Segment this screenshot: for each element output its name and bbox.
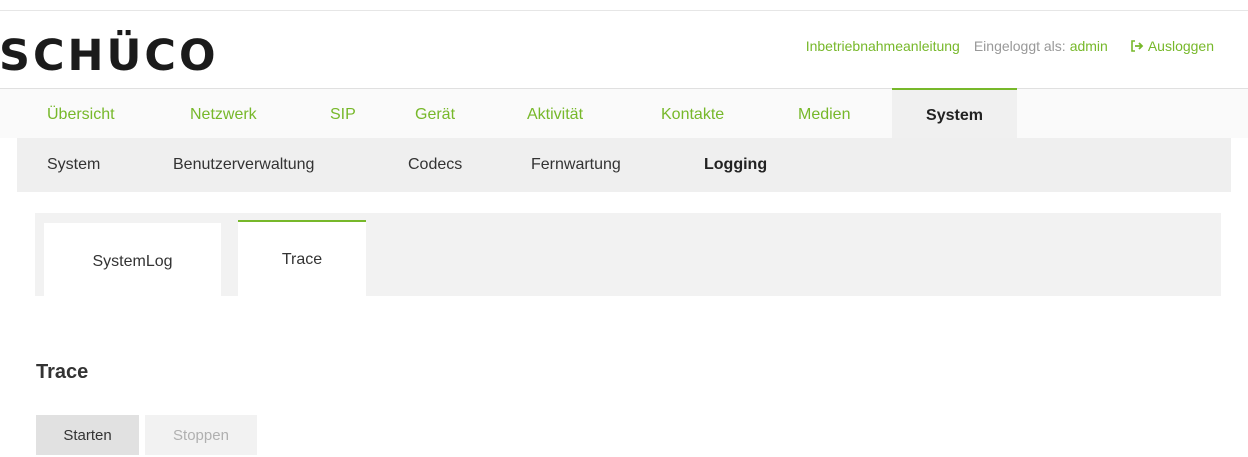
section-title: Trace: [36, 361, 89, 383]
nav-sip[interactable]: SIP: [330, 89, 356, 138]
nav-uebersicht[interactable]: Übersicht: [47, 89, 115, 138]
nav-geraet[interactable]: Gerät: [415, 89, 455, 138]
logo-wordmark: SCHÜCO: [0, 31, 219, 81]
header: SCHÜCO Inbetriebnahmeanleitung Eingelogg…: [0, 11, 1248, 88]
tab-systemlog[interactable]: SystemLog: [44, 223, 221, 296]
logout-link[interactable]: Ausloggen: [1130, 38, 1214, 54]
tab-trace[interactable]: Trace: [238, 220, 366, 296]
nav-netzwerk[interactable]: Netzwerk: [190, 89, 257, 138]
start-button[interactable]: Starten: [36, 415, 139, 455]
stop-button[interactable]: Stoppen: [145, 415, 257, 455]
subnav-system[interactable]: System: [47, 138, 100, 192]
logging-tabs: SystemLog Trace: [35, 213, 1221, 296]
subnav-benutzerverwaltung[interactable]: Benutzerverwaltung: [173, 138, 314, 192]
subnav-fernwartung[interactable]: Fernwartung: [531, 138, 621, 192]
nav-system[interactable]: System: [892, 88, 1017, 139]
sign-out-icon: [1130, 39, 1144, 53]
subnav-codecs[interactable]: Codecs: [408, 138, 462, 192]
nav-medien[interactable]: Medien: [798, 89, 850, 138]
schueco-logo: SCHÜCO: [0, 25, 290, 80]
logged-in-label: Eingeloggt als:: [973, 38, 1066, 54]
sub-nav: System Benutzerverwaltung Codecs Fernwar…: [17, 138, 1231, 192]
subnav-logging[interactable]: Logging: [704, 138, 767, 192]
logout-label: Ausloggen: [1147, 38, 1214, 54]
nav-kontakte[interactable]: Kontakte: [661, 89, 724, 138]
nav-aktivitaet[interactable]: Aktivität: [527, 89, 583, 138]
header-links: Inbetriebnahmeanleitung Eingeloggt als: …: [806, 38, 1214, 54]
guide-link[interactable]: Inbetriebnahmeanleitung: [806, 38, 960, 54]
main-nav: Übersicht Netzwerk SIP Gerät Aktivität K…: [0, 88, 1248, 139]
username: admin: [1069, 38, 1108, 54]
